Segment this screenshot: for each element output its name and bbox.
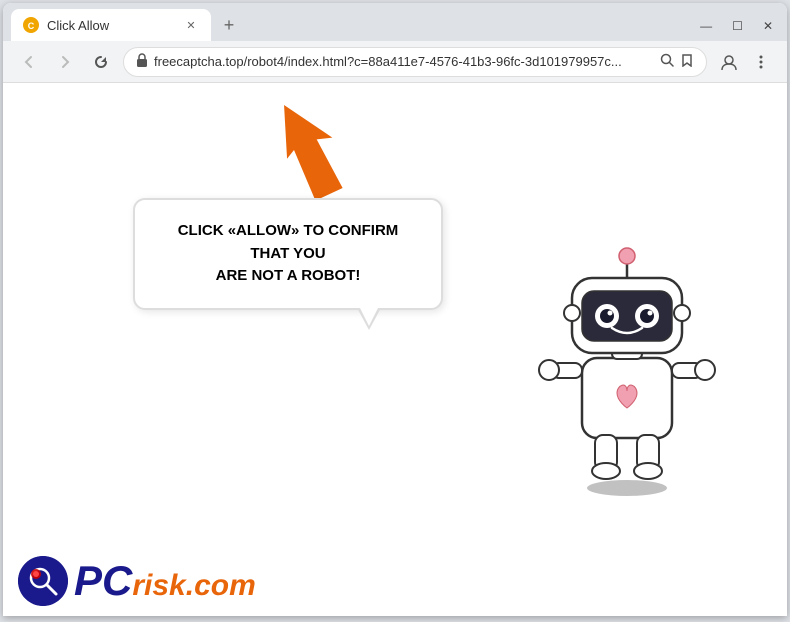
window-controls: — ☐ ✕ <box>694 17 779 35</box>
bubble-text: CLICK «ALLOW» TO CONFIRM THAT YOU ARE NO… <box>160 220 416 288</box>
title-bar: C Click Allow ✕ + — ☐ ✕ <box>3 3 787 41</box>
address-icons <box>660 53 694 70</box>
maximize-button[interactable]: ☐ <box>726 17 749 35</box>
robot-character <box>527 213 727 503</box>
tab-close-button[interactable]: ✕ <box>183 17 199 33</box>
pcrisk-brand-sub: risk.com <box>132 571 255 601</box>
nav-right-icons <box>715 48 775 76</box>
minimize-button[interactable]: — <box>694 17 718 35</box>
new-tab-button[interactable]: + <box>215 11 243 39</box>
arrow-pointer <box>283 103 363 208</box>
forward-button[interactable] <box>51 48 79 76</box>
pcrisk-logo: PCrisk.com <box>18 556 256 606</box>
bookmark-icon[interactable] <box>680 53 694 70</box>
speech-bubble: CLICK «ALLOW» TO CONFIRM THAT YOU ARE NO… <box>133 198 443 310</box>
browser-tab[interactable]: C Click Allow ✕ <box>11 9 211 41</box>
close-button[interactable]: ✕ <box>757 17 779 35</box>
reload-button[interactable] <box>87 48 115 76</box>
pcrisk-icon <box>18 556 68 606</box>
address-bar[interactable]: freecaptcha.top/robot4/index.html?c=88a4… <box>123 47 707 77</box>
address-text: freecaptcha.top/robot4/index.html?c=88a4… <box>154 54 654 69</box>
menu-button[interactable] <box>747 48 775 76</box>
svg-text:C: C <box>28 21 35 31</box>
profile-button[interactable] <box>715 48 743 76</box>
tab-title: Click Allow <box>47 18 175 33</box>
back-button[interactable] <box>15 48 43 76</box>
page-content: CLICK «ALLOW» TO CONFIRM THAT YOU ARE NO… <box>3 83 787 616</box>
navigation-bar: freecaptcha.top/robot4/index.html?c=88a4… <box>3 41 787 83</box>
pcrisk-brand-main: PC <box>74 560 132 602</box>
browser-window: C Click Allow ✕ + — ☐ ✕ <box>3 3 787 616</box>
lock-icon <box>136 53 148 70</box>
pcrisk-text: PCrisk.com <box>74 560 256 602</box>
search-icon[interactable] <box>660 53 674 70</box>
tab-favicon: C <box>23 17 39 33</box>
